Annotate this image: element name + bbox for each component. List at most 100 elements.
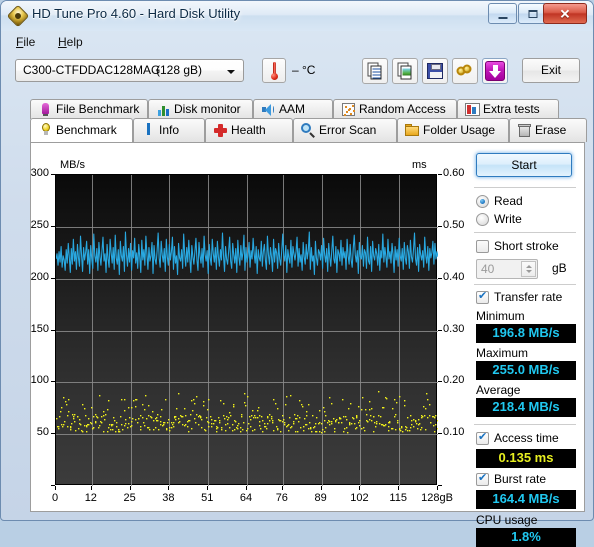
short-stroke-value: 40 <box>481 262 495 276</box>
magnifier-icon <box>301 123 316 138</box>
download-icon <box>485 61 505 81</box>
y-axis-unit-left: MB/s <box>60 159 86 171</box>
tab-aam[interactable]: AAM <box>253 99 333 119</box>
window-title: HD Tune Pro 4.60 - Hard Disk Utility <box>32 6 241 21</box>
checkbox-transfer-rate-label: Transfer rate <box>494 290 563 304</box>
x-tick <box>91 486 92 490</box>
short-stroke-unit-label: gB <box>552 261 567 275</box>
tab-disk-monitor[interactable]: Disk monitor <box>148 99 253 119</box>
tab-benchmark[interactable]: Benchmark <box>30 118 133 142</box>
info-icon <box>141 123 156 138</box>
y-tick-right <box>438 278 442 279</box>
tab-health[interactable]: Health <box>205 118 293 142</box>
tab-erase[interactable]: Erase <box>509 118 587 142</box>
tab-benchmark-label: Benchmark <box>56 123 117 137</box>
menu-item-file[interactable]: File <box>10 34 41 51</box>
tab-info[interactable]: Info <box>133 118 205 142</box>
minimize-button[interactable] <box>488 3 517 24</box>
y-tick-left <box>51 330 55 331</box>
access-time-value: 0.135 ms <box>476 449 576 468</box>
close-button[interactable]: ✕ <box>543 3 587 24</box>
plot-svg <box>56 175 438 486</box>
x-tick <box>321 486 322 490</box>
file-benchmark-icon <box>38 102 53 117</box>
checkbox-transfer-rate-indicator <box>476 289 489 304</box>
x-tick <box>168 486 169 490</box>
save-button[interactable] <box>422 58 448 84</box>
download-button[interactable] <box>482 58 508 84</box>
drive-select-dropdown[interactable]: C300-CTFDDAC128MAG (128 gB) <box>15 59 244 82</box>
copy-image-button[interactable] <box>392 58 418 84</box>
x-tick <box>130 486 131 490</box>
tab-file-benchmark[interactable]: File Benchmark <box>30 99 148 119</box>
y-tick-label-right: 0.10 <box>443 426 465 439</box>
x-tick-label: 25 <box>123 492 136 504</box>
y-tick-right <box>438 330 442 331</box>
tab-info-label: Info <box>159 123 180 137</box>
x-tick-label: 76 <box>275 492 288 504</box>
maximize-icon <box>528 9 537 18</box>
temperature-button[interactable] <box>262 58 286 83</box>
x-tick <box>207 486 208 490</box>
exit-button[interactable]: Exit <box>522 58 580 83</box>
thermometer-icon <box>271 62 278 81</box>
y-tick-left <box>51 278 55 279</box>
radio-read-label: Read <box>494 194 523 208</box>
tab-folder-usage[interactable]: Folder Usage <box>397 118 509 142</box>
random-access-icon <box>341 102 356 117</box>
checkbox-short-stroke-indicator <box>476 240 489 253</box>
y-tick-label-left: 50 <box>36 426 49 439</box>
y-tick-right <box>438 433 442 434</box>
links-button[interactable] <box>452 58 478 84</box>
x-tick-label: 89 <box>314 492 327 504</box>
stepper-arrows[interactable] <box>521 261 536 277</box>
title-bar: HD Tune Pro 4.60 - Hard Disk Utility ✕ <box>1 1 593 31</box>
temperature-value: – °C <box>292 63 316 77</box>
y-tick-label-left: 250 <box>30 218 49 231</box>
radio-write-indicator <box>476 213 489 226</box>
trash-icon <box>517 123 532 138</box>
x-tick-label: 128gB <box>421 492 453 504</box>
short-stroke-stepper[interactable]: 40 <box>476 259 538 279</box>
tab-folder-usage-label: Folder Usage <box>423 123 496 137</box>
x-tick <box>282 486 283 490</box>
tab-random-access[interactable]: Random Access <box>333 99 457 119</box>
average-label: Average <box>476 383 521 397</box>
drive-name-label: C300-CTFDDAC128MAG <box>23 63 161 77</box>
side-panel: Start Read Write Short stroke 40 gB ✔ Tr… <box>470 143 584 547</box>
tab-error-scan[interactable]: Error Scan <box>293 118 397 142</box>
radio-write-label: Write <box>494 212 522 226</box>
menu-item-help[interactable]: Help <box>52 34 89 51</box>
y-tick-right <box>438 485 442 486</box>
minimize-icon <box>498 16 507 19</box>
start-button[interactable]: Start <box>476 153 572 177</box>
hdtune-logo-icon <box>6 4 30 28</box>
links-icon <box>456 64 474 78</box>
maximum-label: Maximum <box>476 346 529 360</box>
y-tick-right <box>438 174 442 175</box>
tab-extra-tests[interactable]: Extra tests <box>457 99 559 119</box>
y-tick-label-left: 150 <box>30 322 49 335</box>
cpu-usage-value: 1.8% <box>476 528 576 547</box>
plot-area <box>55 174 438 486</box>
health-cross-icon <box>213 123 228 138</box>
y-tick-label-right: 0.30 <box>443 322 465 335</box>
tab-aam-label: AAM <box>279 102 306 116</box>
app-window: HD Tune Pro 4.60 - Hard Disk Utility ✕ F… <box>0 0 594 547</box>
save-icon <box>427 63 443 79</box>
minimum-value: 196.8 MB/s <box>476 324 576 343</box>
tab-erase-label: Erase <box>535 123 567 137</box>
y-tick-label-left: 300 <box>30 167 49 179</box>
maximum-value: 255.0 MB/s <box>476 361 576 380</box>
copy-text-button[interactable] <box>362 58 388 84</box>
tab-extra-tests-label: Extra tests <box>483 102 540 116</box>
checkbox-access-time-label: Access time <box>494 431 559 445</box>
lightbulb-icon <box>38 123 53 138</box>
y-tick-label-left: 100 <box>30 374 49 387</box>
y-tick-right <box>438 381 442 382</box>
y-tick-label-right: 0.20 <box>443 374 465 387</box>
benchmark-panel: MB/s ms 50 100 150 200 250 300 0.10 0.20 0.30 0.4… <box>30 142 585 547</box>
y-tick-left <box>51 381 55 382</box>
burst-rate-value: 164.4 MB/s <box>476 490 576 509</box>
menu-help-rest: elp <box>66 35 83 49</box>
